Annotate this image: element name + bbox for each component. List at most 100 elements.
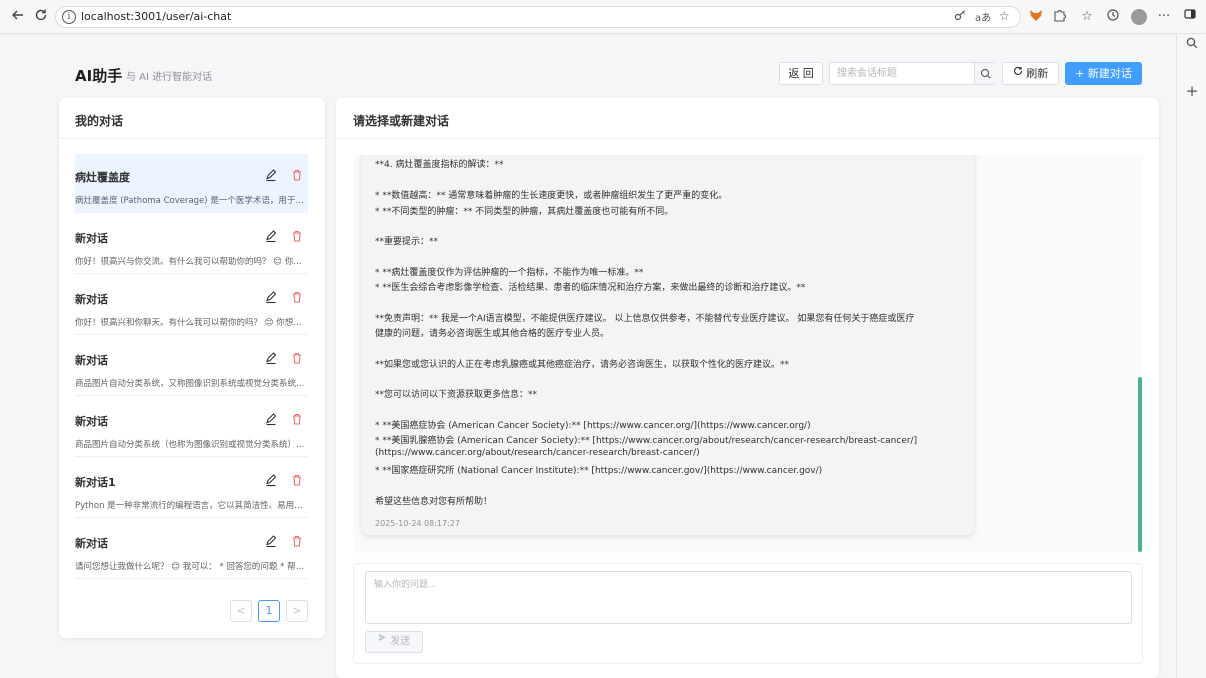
message-line: * **不同类型的肿瘤：** 不同类型的肿瘤，其病灶覆盖度也可能有所不同。 [375, 207, 674, 217]
plus-icon: + [1075, 67, 1088, 80]
conversation-title: 病灶覆盖度 [75, 171, 130, 184]
message-line: **如果您或您认识的人正在考虑乳腺癌或其他癌症治疗，请务必咨询医生，以获取个性化… [375, 360, 790, 370]
conversation-preview: 你好！很高兴与你交流。有什么我可以帮助你的吗？ 😊 你想... [75, 257, 308, 267]
message-line: (https://www.cancer.org/about/research/c… [375, 448, 700, 458]
delete-icon[interactable] [290, 168, 304, 182]
conversation-item[interactable]: 新对话1 Python 是一种非常流行的编程语言，它以其简洁性、易用性... [75, 459, 308, 518]
conversation-title: 新对话 [75, 293, 108, 306]
conversation-item[interactable]: 新对话 你好！很高兴与你交流。有什么我可以帮助你的吗？ 😊 你想... [75, 215, 308, 274]
edit-icon[interactable] [264, 290, 278, 304]
conversation-preview: 病灶覆盖度 (Pathoma Coverage) 是一个医学术语，用于评估... [75, 196, 308, 206]
conversation-list-title: 我的对话 [75, 114, 124, 128]
delete-icon[interactable] [290, 229, 304, 243]
favorites-icon[interactable]: ☆ [1078, 8, 1096, 26]
conversation-title: 新对话 [75, 354, 108, 367]
history-icon[interactable] [1104, 8, 1122, 26]
conversation-item[interactable]: 新对话 商品图片自动分类系统，又称图像识别系统或视觉分类系统，... [75, 337, 308, 396]
refresh-label: 刷新 [1026, 67, 1049, 80]
message-line: * **医生会综合考虑影像学检查、活检结果、患者的临床情况和治疗方案，来做出最终… [375, 283, 806, 293]
conversation-item[interactable]: 新对话 请问您想让我做什么呢？ 😊 我可以： * 回答您的问题 * 帮您... [75, 520, 308, 579]
delete-icon[interactable] [290, 534, 304, 548]
send-button[interactable]: 发送 [365, 631, 423, 653]
edit-icon[interactable] [264, 412, 278, 426]
address-bar[interactable]: i localhost:3001/user/ai-chat aあ ☆ [55, 6, 1021, 28]
divider [59, 138, 325, 139]
site-info-icon[interactable]: i [62, 10, 76, 24]
conversation-title: 新对话 [75, 537, 108, 550]
search-button[interactable] [974, 63, 996, 84]
message-timestamp: 2025-10-24 08:17:27 [375, 519, 460, 528]
fox-extension-icon[interactable] [1027, 8, 1045, 26]
conversation-list-panel: 我的对话 病灶覆盖度 病灶覆盖度 (Pathoma Coverage) 是一个医… [59, 98, 325, 638]
new-chat-button[interactable]: + 新建对话 [1065, 62, 1142, 85]
edit-icon[interactable] [264, 351, 278, 365]
edit-icon[interactable] [264, 168, 278, 182]
message-input[interactable] [365, 571, 1132, 624]
conversation-item[interactable]: 新对话 商品图片自动分类系统（也称为图像识别或视觉分类系统）的... [75, 398, 308, 457]
back-button[interactable]: 返 回 [779, 62, 823, 85]
conversation-item[interactable]: 病灶覆盖度 病灶覆盖度 (Pathoma Coverage) 是一个医学术语，用… [75, 154, 308, 213]
delete-icon[interactable] [290, 351, 304, 365]
edit-icon[interactable] [264, 229, 278, 243]
chat-title: 请选择或新建对话 [353, 114, 450, 128]
message-line: **您可以访问以下资源获取更多信息：** [375, 390, 538, 400]
page-subtitle: 与 AI 进行智能对话 [126, 72, 213, 83]
message-line: * **美国癌症协会 (American Cancer Society):** … [375, 421, 811, 431]
app-page: AI助手 与 AI 进行智能对话 返 回 刷新 + 新建对话 我的对话 病灶覆盖… [0, 35, 1176, 678]
edit-icon[interactable] [264, 473, 278, 487]
message-line: **免责声明：** 我是一个AI语言模型，不能提供医疗建议。 以上信息仅供参考，… [375, 314, 915, 324]
browser-side-panel: + [1176, 34, 1206, 678]
new-chat-label: 新建对话 [1087, 67, 1132, 80]
message-line: **4. 病灶覆盖度指标的解读：** [375, 160, 504, 170]
search-icon[interactable] [1183, 37, 1201, 55]
delete-icon[interactable] [290, 412, 304, 426]
page-title: AI助手 [75, 67, 123, 85]
url-text: localhost:3001/user/ai-chat [81, 10, 232, 23]
message-line: * **美国乳腺癌协会 (American Cancer Society):**… [375, 436, 918, 446]
search-input[interactable] [830, 63, 974, 84]
message-line: 希望这些信息对您有所帮助！ [375, 497, 493, 507]
conversation-title: 新对话 [75, 415, 108, 428]
message-line: **重要提示：** [375, 237, 439, 247]
edit-icon[interactable] [264, 534, 278, 548]
read-aloud-icon[interactable]: aあ [975, 9, 991, 24]
profile-avatar[interactable] [1131, 9, 1147, 25]
conversation-item[interactable]: 新对话 你好！很高兴和你聊天。有什么我可以帮你的吗？ 😊 你想聊... [75, 276, 308, 335]
assistant-message-bubble: **4. 病灶覆盖度指标的解读：** * **数值越高：** 通常意味着肿瘤的生… [362, 155, 974, 535]
delete-icon[interactable] [290, 290, 304, 304]
divider [336, 138, 1159, 139]
conversation-title: 新对话 [75, 232, 108, 245]
conversation-preview: 请问您想让我做什么呢？ 😊 我可以： * 回答您的问题 * 帮您... [75, 562, 308, 572]
message-scrollbar[interactable] [1138, 377, 1142, 552]
extensions-puzzle-icon[interactable] [1051, 8, 1069, 26]
delete-icon[interactable] [290, 473, 304, 487]
browser-toolbar: i localhost:3001/user/ai-chat aあ ☆ ☆ ··· [0, 0, 1206, 34]
refresh-icon [1013, 62, 1023, 83]
send-icon [378, 630, 387, 650]
refresh-button[interactable]: 刷新 [1002, 62, 1059, 85]
favorite-star-icon[interactable]: ☆ [999, 9, 1010, 23]
pagination-prev-button[interactable]: < [230, 600, 252, 622]
sidebar-toggle-icon[interactable] [1181, 8, 1199, 26]
message-line: * **数值越高：** 通常意味着肿瘤的生长速度更快，或者肿瘤组织发生了更严重的… [375, 191, 728, 201]
chat-panel: 请选择或新建对话 **4. 病灶覆盖度指标的解读：** * **数值越高：** … [336, 98, 1159, 678]
pagination-next-button[interactable]: > [286, 600, 308, 622]
conversation-preview: 商品图片自动分类系统（也称为图像识别或视觉分类系统）的... [75, 440, 308, 450]
more-menu-icon[interactable]: ··· [1155, 8, 1173, 26]
key-icon[interactable] [954, 9, 966, 24]
message-line: * **国家癌症研究所 (National Cancer Institute):… [375, 466, 823, 476]
add-icon[interactable]: + [1183, 82, 1201, 100]
conversation-search [829, 62, 996, 85]
message-line: 健康的问题，请务必咨询医生或其他合格的医疗专业人员。 [375, 329, 610, 339]
pagination-page-button[interactable]: 1 [258, 600, 280, 622]
message-line: * **病灶覆盖度仅作为评估肿瘤的一个指标，不能作为唯一标准。** [375, 268, 644, 278]
conversation-title: 新对话1 [75, 476, 116, 489]
message-input-area: 发送 [353, 563, 1143, 664]
conversation-preview: 商品图片自动分类系统，又称图像识别系统或视觉分类系统，... [75, 379, 308, 389]
reload-icon[interactable] [31, 7, 51, 27]
send-label: 发送 [390, 636, 411, 647]
message-list[interactable]: **4. 病灶覆盖度指标的解读：** * **数值越高：** 通常意味着肿瘤的生… [353, 155, 1143, 553]
back-arrow-icon[interactable] [8, 7, 28, 27]
conversation-preview: Python 是一种非常流行的编程语言，它以其简洁性、易用性... [75, 501, 308, 511]
conversation-preview: 你好！很高兴和你聊天。有什么我可以帮你的吗？ 😊 你想聊... [75, 318, 308, 328]
